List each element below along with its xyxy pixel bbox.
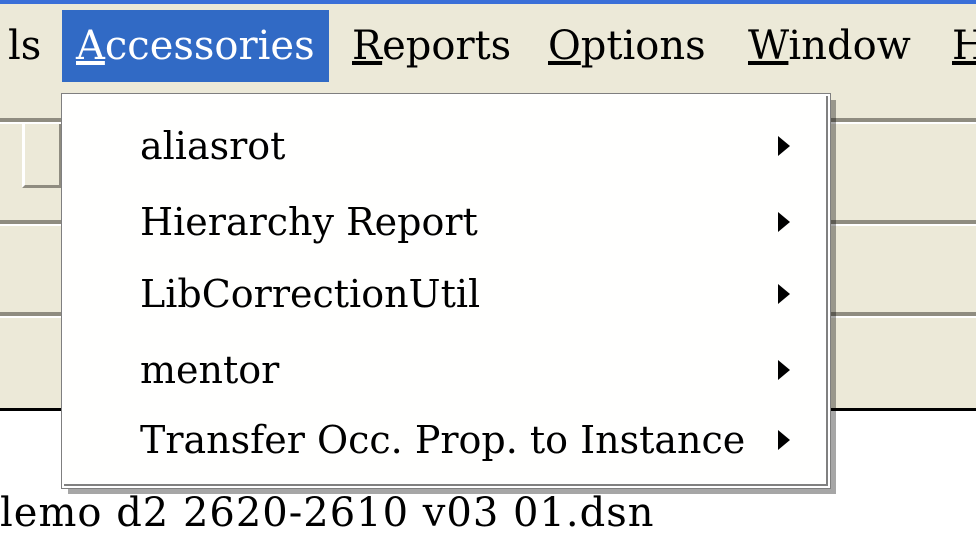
menu-options-label: ptions: [580, 23, 706, 69]
menu-window-label: indow: [788, 23, 911, 69]
menu-options[interactable]: Options: [534, 10, 720, 82]
menu-tools[interactable]: ls: [0, 10, 55, 82]
menu-reports-label: eports: [382, 23, 512, 69]
toolbar-button[interactable]: [22, 118, 62, 188]
menu-item-hierarchy-report[interactable]: Hierarchy Report: [64, 184, 828, 260]
menu-window[interactable]: Window: [734, 10, 925, 82]
menu-item-label: Hierarchy Report: [140, 200, 478, 244]
submenu-arrow-icon: [778, 360, 790, 380]
submenu-arrow-icon: [778, 430, 790, 450]
menu-accessories-label: ccessories: [104, 23, 315, 69]
menu-item-libcorrectionutil[interactable]: LibCorrectionUtil: [64, 256, 828, 332]
menu-reports-mnemonic: R: [352, 23, 383, 69]
menu-item-label: Transfer Occ. Prop. to Instance: [140, 418, 746, 462]
submenu-arrow-icon: [778, 136, 790, 156]
menu-help-mnemonic: H: [952, 23, 976, 69]
menu-reports[interactable]: Reports: [338, 10, 525, 82]
menu-bar: ls Accessories Reports Options Window H: [0, 0, 976, 88]
menu-item-mentor[interactable]: mentor: [64, 332, 828, 408]
menu-accessories-mnemonic: A: [76, 23, 105, 69]
submenu-arrow-icon: [778, 284, 790, 304]
menu-item-label: mentor: [140, 348, 280, 392]
menu-accessories[interactable]: Accessories: [62, 10, 329, 82]
menu-item-transfer-occ-prop[interactable]: Transfer Occ. Prop. to Instance: [64, 402, 828, 478]
menu-item-label: aliasrot: [140, 124, 286, 168]
menu-tools-label: ls: [8, 23, 42, 69]
accessories-dropdown: aliasrot Hierarchy Report LibCorrectionU…: [61, 93, 831, 489]
submenu-arrow-icon: [778, 212, 790, 232]
document-filename[interactable]: lemo d2 2620-2610 v03 01.dsn: [0, 490, 655, 536]
menu-item-aliasrot[interactable]: aliasrot: [64, 108, 828, 184]
menu-window-mnemonic: W: [748, 23, 789, 69]
menu-help[interactable]: H: [938, 10, 976, 82]
menu-options-mnemonic: O: [548, 23, 581, 69]
menu-item-label: LibCorrectionUtil: [140, 272, 481, 316]
